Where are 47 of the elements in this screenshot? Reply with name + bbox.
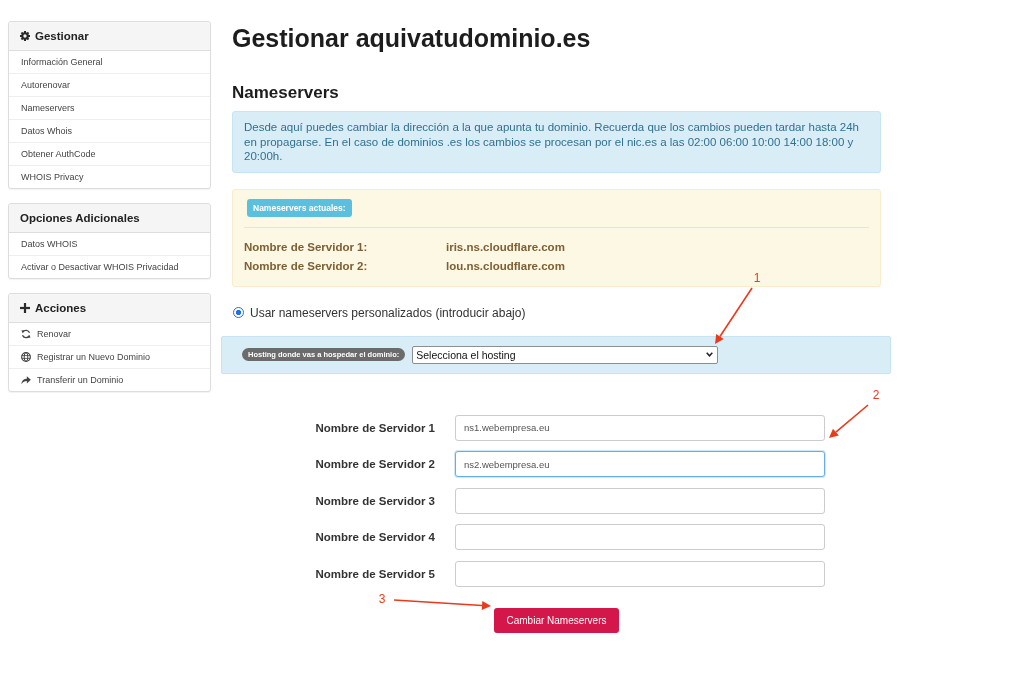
nameserver-input[interactable] xyxy=(455,524,825,550)
nameserver-input[interactable]: ns1.webempresa.eu xyxy=(455,414,825,441)
hosting-select[interactable]: Selecciona el hosting xyxy=(412,345,719,364)
panel-title: Gestionar xyxy=(35,30,89,42)
field-label: Nombre de Servidor 2 xyxy=(314,458,435,470)
nameserver-input[interactable] xyxy=(455,487,825,514)
nameserver-label: Nombre de Servidor 2: xyxy=(244,258,369,274)
nameserver-value: lou.ns.cloudflare.com xyxy=(446,258,565,274)
field-label: Nombre de Servidor 1 xyxy=(314,421,435,434)
sidebar-link[interactable]: Datos Whois xyxy=(9,119,210,142)
sidebar-link[interactable]: Información General xyxy=(9,51,210,73)
nameserver-input[interactable] xyxy=(455,560,825,587)
nameserver-input[interactable]: ns2.webempresa.eu xyxy=(455,451,825,477)
radio-button[interactable] xyxy=(233,307,244,318)
page-title: Gestionar aquivatudominio.es xyxy=(232,23,592,53)
sidebar-link[interactable]: Datos WHOIS xyxy=(9,233,210,255)
panel-title: Acciones xyxy=(35,302,87,314)
current-nameservers-label: Nameservers actuales: xyxy=(247,198,352,217)
sidebar-link[interactable]: Transferir un Dominio xyxy=(9,368,210,391)
globe-icon xyxy=(21,352,31,362)
field-label: Nombre de Servidor 3 xyxy=(314,494,435,507)
annotation-arrow xyxy=(829,404,869,438)
radio-label: Usar nameservers personalizados (introducir abajo) xyxy=(250,305,526,320)
annotation-number: 1 xyxy=(753,271,761,285)
refresh-icon xyxy=(21,329,31,339)
sidebar-link[interactable]: WHOIS Privacy xyxy=(9,165,210,188)
gear-icon xyxy=(20,31,30,41)
nameserver-value: iris.ns.cloudflare.com xyxy=(446,239,565,255)
sidebar-link[interactable]: Registrar un Nuevo Dominio xyxy=(9,345,210,368)
section-title: Nameservers xyxy=(232,82,340,104)
field-label: Nombre de Servidor 5 xyxy=(314,567,435,580)
annotation-number: 3 xyxy=(378,592,386,606)
sidebar-link[interactable]: Nameservers xyxy=(9,96,210,119)
info-alert: Desde aquí puedes cambiar la dirección a la que apunta tu dominio. Recuerda que los cambios pueden tardar hasta 24h en propagarse. En el caso de dominios .es los cambios se procesan por el nic.es a las 02:00 06:00 10:00 14:00 18:00 y 20:00h. xyxy=(232,111,881,173)
annotation-number: 2 xyxy=(872,388,880,402)
sidebar-link[interactable]: Activar o Desactivar WHOIS Privacidad xyxy=(9,255,210,278)
sidebar-link[interactable]: Obtener AuthCode xyxy=(9,142,210,165)
panel-title: Opciones Adicionales xyxy=(20,212,140,224)
field-label: Nombre de Servidor 4 xyxy=(314,531,435,543)
curved-arrow-icon xyxy=(21,375,31,385)
plus-icon xyxy=(20,303,30,313)
chevron-icon xyxy=(706,352,714,357)
sidebar-link[interactable]: Renovar xyxy=(9,323,210,345)
nameserver-label: Nombre de Servidor 1: xyxy=(244,239,369,255)
annotation-arrow xyxy=(715,287,753,344)
submit-button[interactable]: Cambiar Nameservers xyxy=(494,608,619,633)
sidebar-link[interactable]: Autorenovar xyxy=(9,73,210,96)
